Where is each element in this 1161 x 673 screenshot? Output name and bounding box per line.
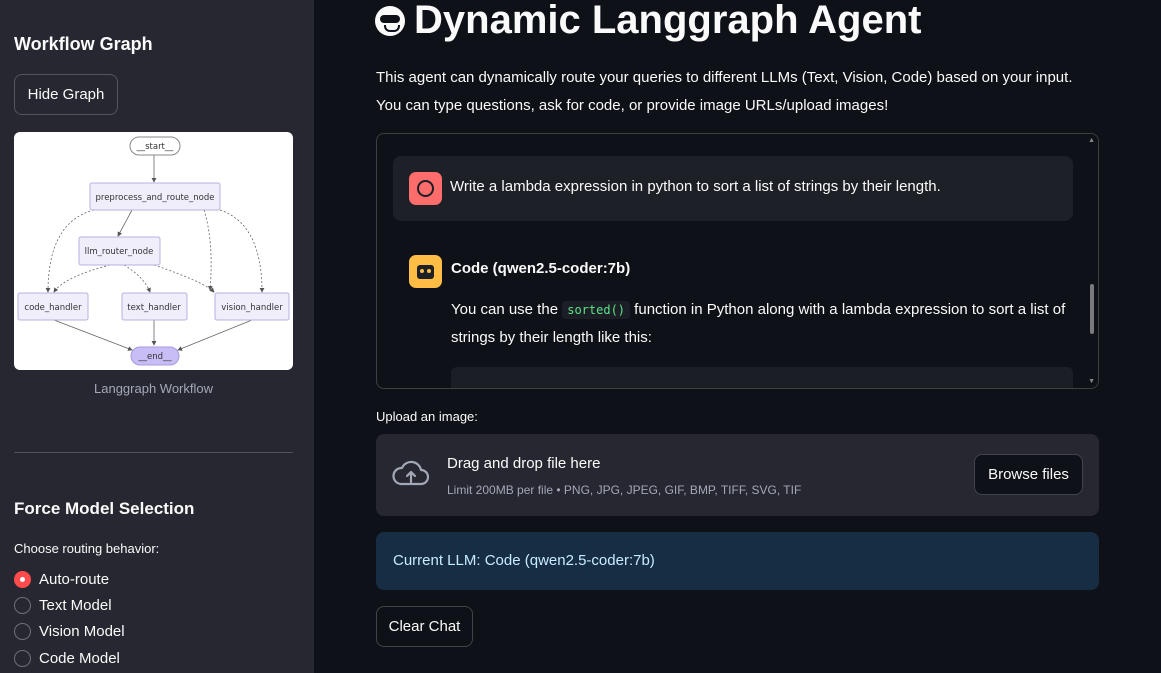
code-block — [451, 367, 1073, 388]
bot-text-part: You can use the — [451, 301, 563, 318]
graph-caption: Langgraph Workflow — [94, 381, 213, 396]
robot-icon — [417, 264, 434, 279]
chat-scrollbar-thumb[interactable] — [1090, 284, 1094, 334]
user-message-text: Write a lambda expression in python to s… — [450, 178, 941, 195]
dropzone-title: Drag and drop file here — [447, 455, 601, 472]
page-title-text: Dynamic Langgraph Agent — [414, 0, 922, 42]
workflow-graph-diagram: __start__ preprocess_and_route_node llm_… — [17, 136, 290, 366]
radio-icon[interactable] — [14, 650, 31, 667]
radio-icon[interactable] — [14, 597, 31, 614]
hide-graph-button[interactable]: Hide Graph — [14, 74, 118, 115]
grinning-face-icon — [375, 5, 405, 36]
radio-vision-model[interactable]: Vision Model — [14, 623, 125, 640]
graph-node-preprocess: preprocess_and_route_node — [95, 193, 214, 203]
browse-files-button[interactable]: Browse files — [974, 454, 1083, 495]
file-dropzone[interactable]: Drag and drop file here Limit 200MB per … — [376, 434, 1099, 516]
chat-container[interactable]: Write a lambda expression in python to s… — [376, 133, 1099, 389]
sidebar: Workflow Graph Hide Graph __start__ prep… — [0, 0, 314, 673]
graph-node-vision: vision_handler — [221, 303, 283, 313]
graph-node-code: code_handler — [24, 303, 82, 313]
cloud-upload-icon — [392, 460, 430, 486]
clear-chat-button[interactable]: Clear Chat — [376, 606, 473, 647]
bot-avatar-icon — [409, 255, 442, 288]
bot-model-name: Code (qwen2.5-coder:7b) — [451, 260, 631, 277]
chat-scrollbar[interactable] — [1090, 138, 1096, 384]
sidebar-divider — [14, 452, 293, 453]
radio-label: Code Model — [39, 650, 120, 667]
face-icon — [417, 180, 434, 197]
intro-text: This agent can dynamically route your qu… — [376, 64, 1116, 120]
force-model-title: Force Model Selection — [14, 499, 195, 518]
radio-label: Text Model — [39, 597, 112, 614]
radio-icon[interactable] — [14, 623, 31, 640]
graph-node-router: llm_router_node — [85, 247, 154, 257]
scroll-up-icon[interactable]: ▲ — [1088, 137, 1095, 144]
radio-auto-route[interactable]: Auto-route — [14, 571, 109, 588]
routing-behavior-label: Choose routing behavior: — [14, 541, 160, 556]
workflow-graph-title: Workflow Graph — [14, 34, 153, 54]
radio-label: Vision Model — [39, 623, 125, 640]
bot-message-text: You can use the sorted() function in Pyt… — [451, 296, 1081, 352]
current-llm-info: Current LLM: Code (qwen2.5-coder:7b) — [376, 532, 1099, 590]
current-llm-text: Current LLM: Code (qwen2.5-coder:7b) — [393, 552, 655, 569]
graph-node-end: __end__ — [137, 352, 172, 362]
radio-selected-icon[interactable] — [14, 571, 31, 588]
radio-code-model[interactable]: Code Model — [14, 650, 120, 667]
page-title: Dynamic Langgraph Agent — [375, 0, 921, 43]
graph-node-text: text_handler — [127, 303, 181, 313]
graph-node-start: __start__ — [136, 142, 175, 152]
radio-label: Auto-route — [39, 571, 110, 588]
user-avatar-icon — [409, 172, 442, 205]
user-message: Write a lambda expression in python to s… — [393, 156, 1073, 221]
intro-line-1: This agent can dynamically route your qu… — [376, 69, 1073, 86]
scroll-down-icon[interactable]: ▼ — [1088, 378, 1095, 385]
workflow-graph-image: __start__ preprocess_and_route_node llm_… — [14, 132, 293, 370]
dropzone-limit: Limit 200MB per file • PNG, JPG, JPEG, G… — [447, 483, 802, 497]
intro-line-2: You can type questions, ask for code, or… — [376, 97, 889, 114]
upload-label: Upload an image: — [376, 409, 478, 424]
radio-text-model[interactable]: Text Model — [14, 597, 112, 614]
inline-code: sorted() — [562, 301, 631, 319]
